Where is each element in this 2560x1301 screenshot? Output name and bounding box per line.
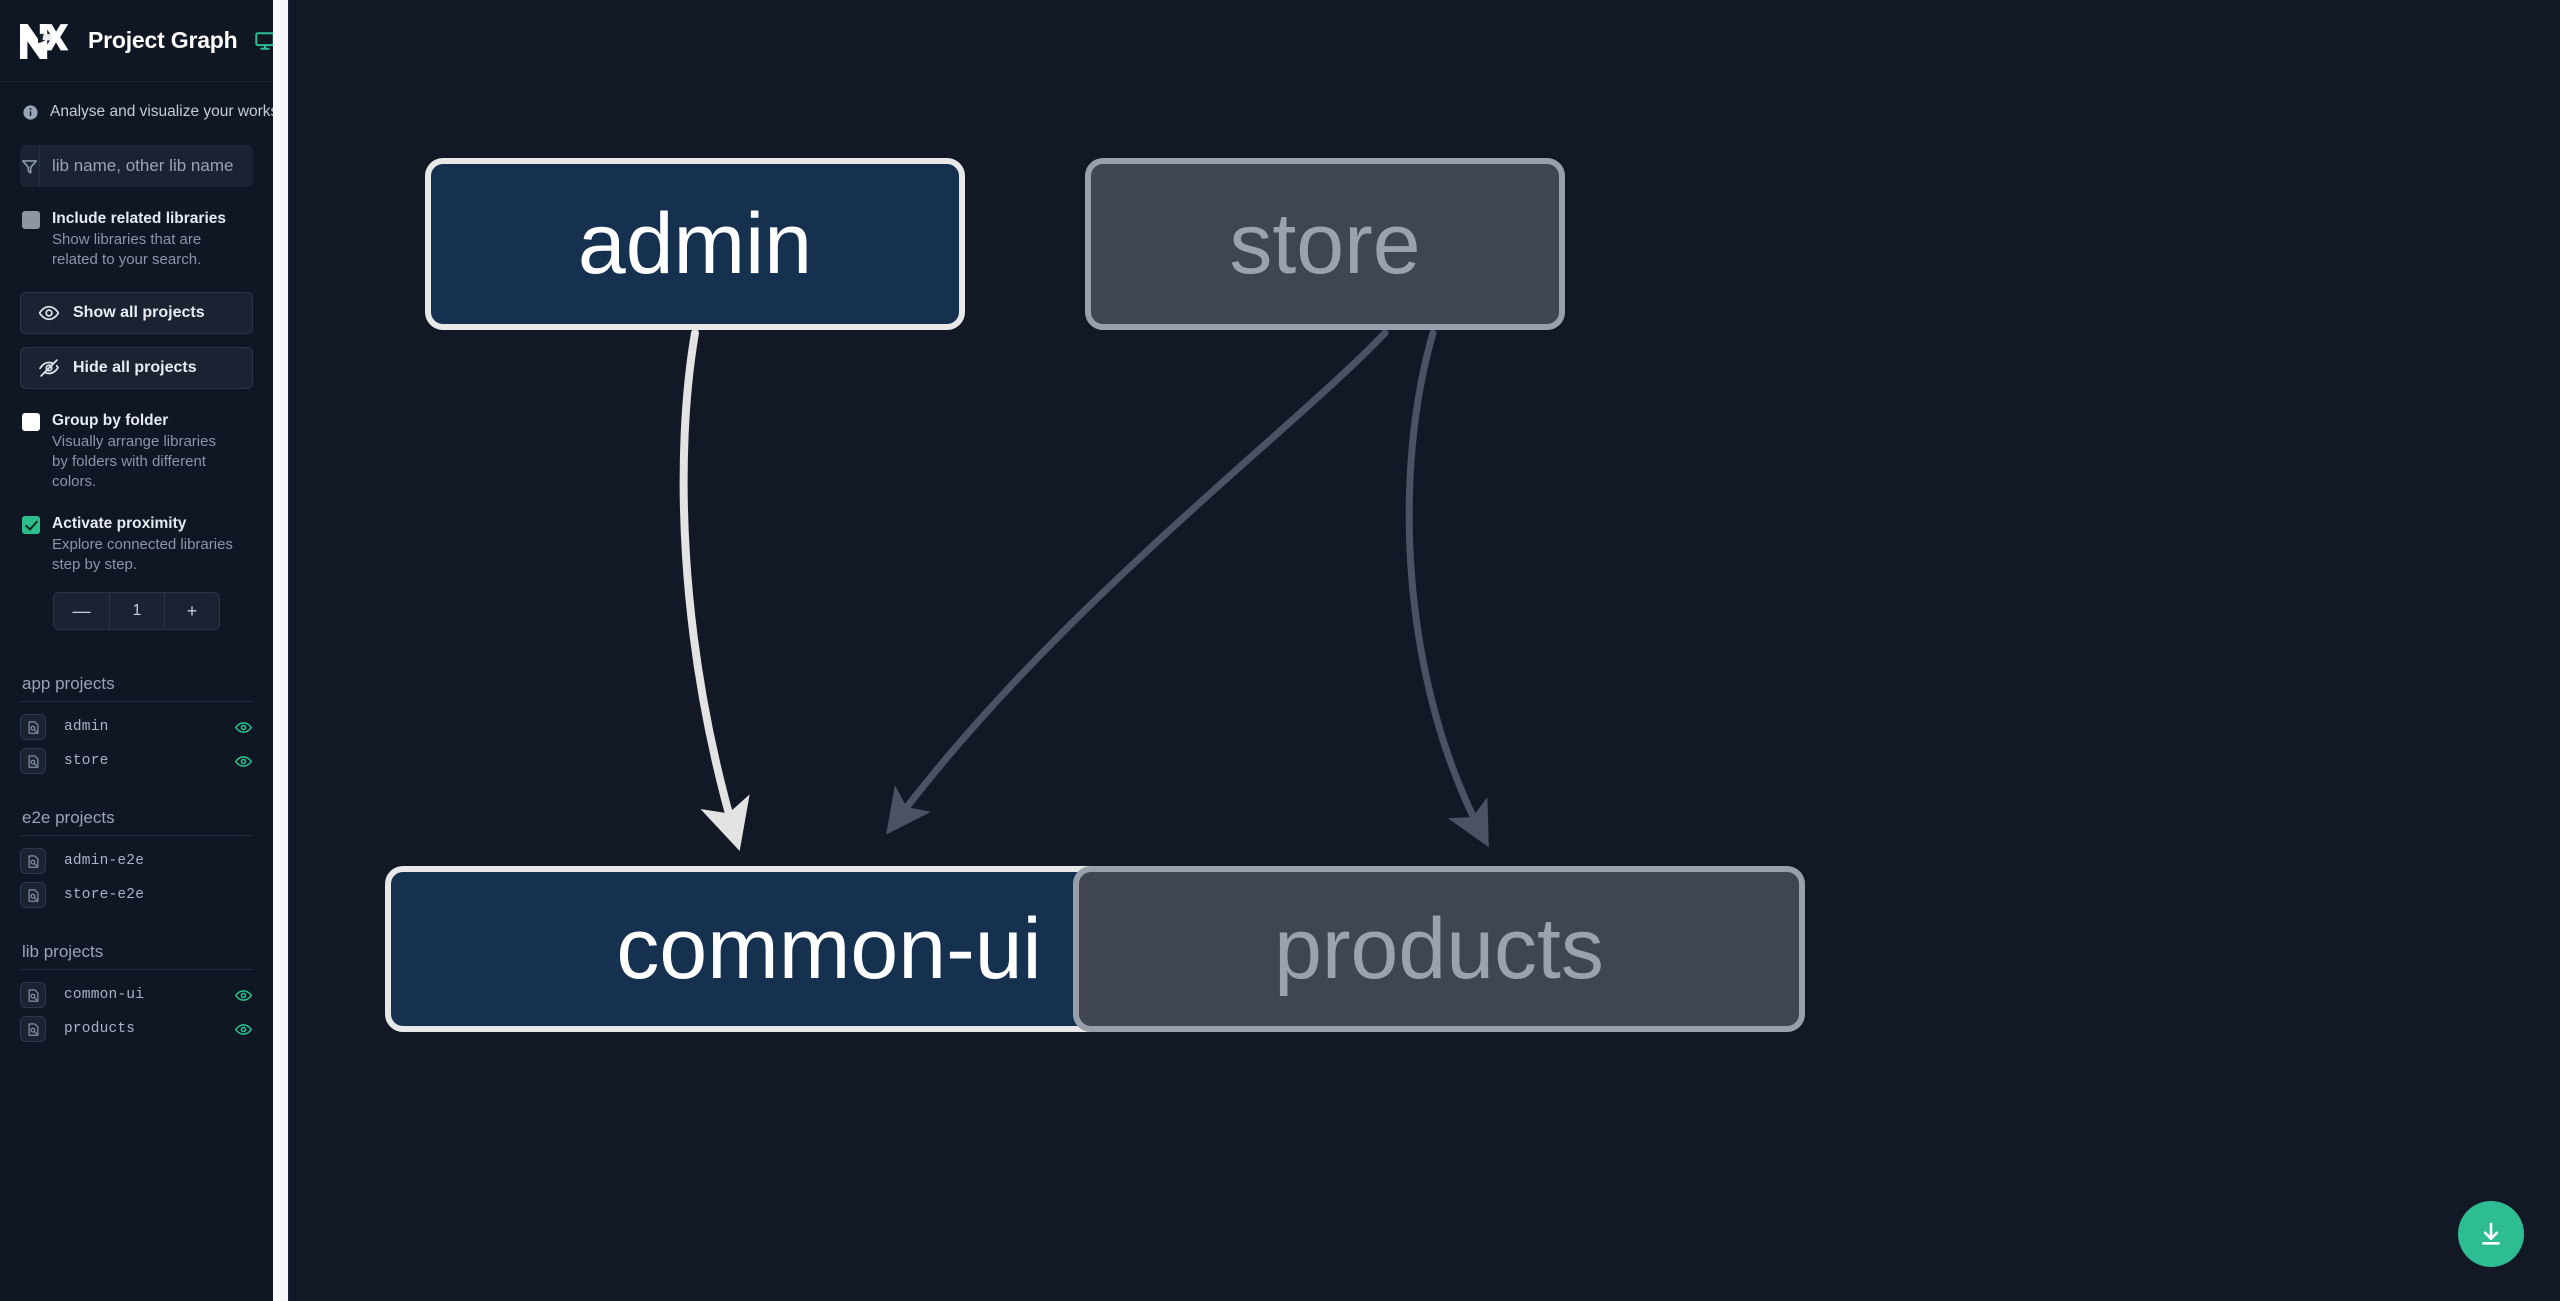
info-icon — [22, 104, 39, 121]
graph-node-label: store — [1229, 196, 1421, 292]
project-row-admin-e2e[interactable]: admin-e2e — [20, 844, 253, 878]
sidebar-edge-divider — [288, 0, 289, 1301]
graph-node-products[interactable]: products — [1073, 866, 1805, 1032]
project-type-icon — [20, 748, 46, 774]
proximity-value: 1 — [109, 593, 164, 629]
download-icon — [2477, 1220, 2505, 1248]
sidebar-scrollbar[interactable] — [273, 0, 288, 1301]
option-title: Group by folder — [52, 412, 169, 429]
option-include-related-libraries[interactable]: Include related libraries Show libraries… — [0, 187, 273, 270]
group-lib-projects: lib projects common-ui products — [0, 942, 273, 1046]
project-graph-app: Project Graph Analyse and visualize your… — [0, 0, 2560, 1301]
proximity-stepper-wrap: — 1 + — [0, 575, 273, 630]
project-name: store-e2e — [64, 887, 145, 903]
filter-funnel-icon — [20, 145, 40, 187]
tagline-text: Analyse and visualize your workspace. — [50, 103, 273, 120]
sidebar-header: Project Graph — [0, 0, 273, 82]
graph-node-label: products — [1274, 901, 1604, 997]
eye-off-icon — [38, 357, 60, 379]
group-title: e2e projects — [22, 808, 115, 827]
option-group-by-folder[interactable]: Group by folder Visually arrange librari… — [0, 389, 273, 492]
graph-node-label: common-ui — [616, 901, 1042, 997]
show-all-projects-button[interactable]: Show all projects — [20, 292, 253, 334]
graph-canvas[interactable]: admin store common-ui products — [273, 0, 2560, 1301]
project-row-common-ui[interactable]: common-ui — [20, 978, 253, 1012]
option-activate-proximity[interactable]: Activate proximity Explore connected lib… — [0, 492, 273, 575]
project-type-icon — [20, 882, 46, 908]
tagline: Analyse and visualize your workspace. — [0, 82, 273, 121]
search-input[interactable] — [40, 145, 253, 187]
project-type-icon — [20, 1016, 46, 1042]
group-divider — [20, 701, 253, 702]
project-name: products — [64, 1021, 136, 1037]
eye-icon — [38, 302, 60, 324]
project-type-icon — [20, 848, 46, 874]
option-description: Visually arrange libraries by folders wi… — [52, 433, 216, 490]
project-row-products[interactable]: products — [20, 1012, 253, 1046]
project-name: admin — [64, 719, 109, 735]
graph-node-admin[interactable]: admin — [425, 158, 965, 330]
search-box[interactable] — [20, 145, 253, 187]
project-row-admin[interactable]: admin — [20, 710, 253, 744]
project-type-icon — [20, 714, 46, 740]
project-row-store-e2e[interactable]: store-e2e — [20, 878, 253, 912]
activate-proximity-checkbox[interactable] — [22, 516, 40, 534]
edge-store-to-common-ui[interactable] — [886, 329, 1389, 835]
option-title: Activate proximity — [52, 515, 187, 532]
group-e2e-projects: e2e projects admin-e2e store-e2e — [0, 808, 273, 912]
nx-logo-icon — [18, 21, 72, 61]
bulk-visibility-buttons: Show all projects Hide all projects — [0, 270, 273, 389]
show-all-projects-label: Show all projects — [73, 304, 205, 321]
project-visibility-eye-icon[interactable] — [234, 752, 253, 771]
graph-node-label: admin — [577, 196, 813, 292]
group-title: lib projects — [22, 942, 104, 961]
project-name: common-ui — [64, 987, 145, 1003]
download-graph-button[interactable] — [2458, 1201, 2524, 1267]
proximity-stepper: — 1 + — [53, 592, 220, 630]
edge-store-to-products[interactable] — [1405, 329, 1489, 848]
project-visibility-eye-icon[interactable] — [234, 1020, 253, 1039]
hide-all-projects-button[interactable]: Hide all projects — [20, 347, 253, 389]
search-section — [0, 121, 273, 187]
monitor-icon[interactable] — [254, 30, 273, 52]
project-type-icon — [20, 982, 46, 1008]
group-by-folder-checkbox[interactable] — [22, 413, 40, 431]
group-divider — [20, 969, 253, 970]
project-name: admin-e2e — [64, 853, 145, 869]
page-title: Project Graph — [88, 27, 238, 53]
option-description: Explore connected libraries step by step… — [52, 536, 233, 573]
project-visibility-eye-icon[interactable] — [234, 986, 253, 1005]
project-row-store[interactable]: store — [20, 744, 253, 778]
option-title: Include related libraries — [52, 210, 227, 227]
project-visibility-eye-icon[interactable] — [234, 718, 253, 737]
group-title: app projects — [22, 674, 115, 693]
project-name: store — [64, 753, 109, 769]
proximity-increment-button[interactable]: + — [164, 593, 219, 629]
sidebar: Project Graph Analyse and visualize your… — [0, 0, 273, 1301]
include-related-libraries-checkbox[interactable] — [22, 211, 40, 229]
group-app-projects: app projects admin store — [0, 630, 273, 778]
graph-node-store[interactable]: store — [1085, 158, 1565, 330]
option-description: Show libraries that are related to your … — [52, 231, 202, 268]
hide-all-projects-label: Hide all projects — [73, 359, 197, 376]
edge-admin-to-common-ui[interactable] — [679, 329, 750, 851]
proximity-decrement-button[interactable]: — — [54, 593, 109, 629]
group-divider — [20, 835, 253, 836]
